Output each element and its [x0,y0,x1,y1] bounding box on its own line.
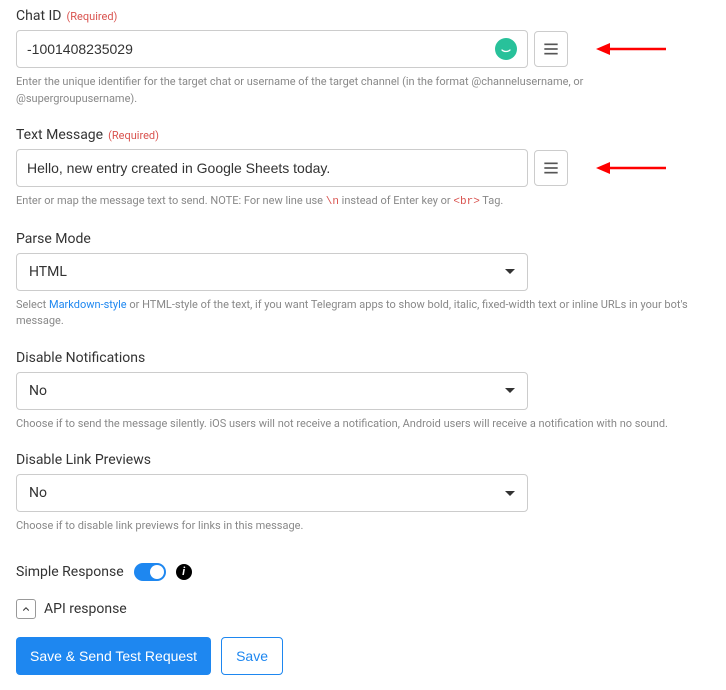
disable-notifications-select[interactable]: No [16,372,528,410]
text-message-label: Text Message (Required) [16,127,710,143]
map-button[interactable] [534,150,568,186]
text-message-input-wrap[interactable] [16,149,528,187]
required-tag: (Required) [67,10,118,23]
simple-response-label: Simple Response [16,564,124,580]
arrow-annotation [596,40,666,58]
chevron-down-icon [505,491,515,496]
api-response-collapse-button[interactable] [16,599,36,619]
disable-notifications-label: Disable Notifications [16,350,710,366]
chevron-down-icon [505,269,515,274]
parse-mode-select[interactable]: HTML [16,253,528,291]
simple-response-toggle[interactable] [134,563,166,581]
api-response-label: API response [44,601,127,617]
required-tag: (Required) [108,129,159,142]
text-message-help: Enter or map the message text to send. N… [16,193,706,211]
info-icon[interactable]: i [176,564,192,580]
text-message-input[interactable] [27,160,517,176]
disable-notifications-help: Choose if to send the message silently. … [16,416,706,433]
parse-mode-help: Select Markdown-style or HTML-style of t… [16,297,706,330]
markdown-style-link[interactable]: Markdown-style [49,298,127,311]
parse-mode-label: Parse Mode [16,231,710,247]
disable-link-previews-help: Choose if to disable link previews for l… [16,518,706,535]
chat-id-input-wrap[interactable] [16,30,528,68]
chat-id-help: Enter the unique identifier for the targ… [16,74,706,107]
arrow-annotation [596,159,666,177]
map-button[interactable] [534,31,568,67]
chevron-down-icon [505,388,515,393]
chat-id-input[interactable] [27,41,489,57]
chat-id-label: Chat ID (Required) [16,8,710,24]
status-ok-icon [495,38,517,60]
disable-link-previews-select[interactable]: No [16,474,528,512]
disable-link-previews-label: Disable Link Previews [16,452,710,468]
save-button[interactable]: Save [221,637,283,675]
save-send-test-button[interactable]: Save & Send Test Request [16,637,211,675]
